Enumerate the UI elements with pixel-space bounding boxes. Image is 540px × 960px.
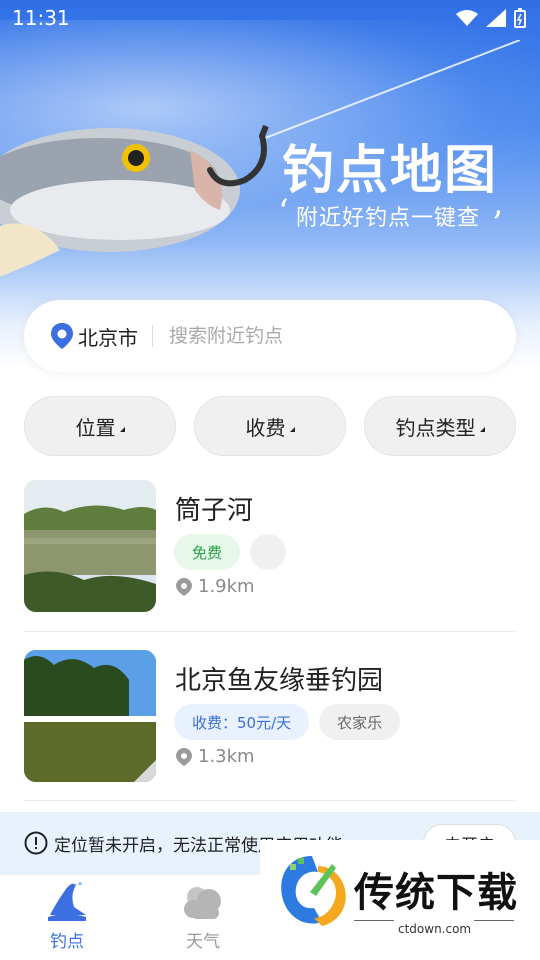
tag-empty xyxy=(250,534,287,570)
spot-photo xyxy=(24,650,156,782)
filter-spot-type[interactable]: 钓点类型 xyxy=(364,396,516,456)
spot-item[interactable]: 筒子河 免费 1.9km xyxy=(24,480,516,612)
caret-icon xyxy=(289,426,295,432)
spot-distance-value: 1.3km xyxy=(198,746,255,767)
distance-pin-icon xyxy=(176,747,192,766)
spot-item[interactable]: 北京鱼友缘垂钓园 收费：50元/天 农家乐 1.3km xyxy=(24,650,516,782)
spot-name: 北京鱼友缘垂钓园 xyxy=(175,666,384,696)
watermark-url: ctdown.com xyxy=(398,922,472,936)
search-bar: 北京市 xyxy=(24,300,516,372)
filter-fee[interactable]: 收费 xyxy=(194,396,346,456)
tag-free: 免费 xyxy=(174,534,241,570)
weather-cloud-icon xyxy=(184,887,221,919)
spot-photo xyxy=(24,480,156,612)
watermark-brand: 传统下载 xyxy=(354,870,518,916)
distance-pin-icon xyxy=(176,577,192,596)
watermark-rule-left xyxy=(354,920,394,921)
filter-location-label: 位置 xyxy=(75,415,116,440)
spot-tags: 免费 xyxy=(174,534,287,570)
tab-fishing-spots[interactable]: 钓点 xyxy=(22,881,112,957)
tab-label: 天气 xyxy=(186,932,220,952)
filter-bar: 位置 收费 钓点类型 xyxy=(24,396,516,456)
status-time: 11:31 xyxy=(12,6,70,30)
spot-distance-value: 1.9km xyxy=(198,576,255,597)
caret-icon xyxy=(479,426,485,432)
spot-tags: 收费：50元/天 农家乐 xyxy=(174,704,401,740)
quote-close: ’ xyxy=(492,204,503,244)
spot-distance: 1.3km xyxy=(176,746,255,767)
fishing-spot-icon xyxy=(48,881,86,921)
watermark: 传统下载 ctdown.com xyxy=(260,840,540,944)
quote-open: ‘ xyxy=(278,192,289,232)
spot-distance: 1.9km xyxy=(176,576,255,597)
tag-spot-type: 农家乐 xyxy=(319,704,401,740)
search-separator xyxy=(152,325,153,347)
filter-location[interactable]: 位置 xyxy=(24,396,176,456)
city-selector[interactable]: 北京市 xyxy=(78,322,138,351)
hero-title: 钓点地图 xyxy=(282,141,499,201)
watermark-rule-right xyxy=(474,920,514,921)
filter-fee-label: 收费 xyxy=(245,415,286,440)
warning-icon xyxy=(24,831,48,855)
filter-spot-type-label: 钓点类型 xyxy=(395,415,476,440)
status-bar: 11:31 xyxy=(0,0,540,36)
wifi-icon xyxy=(456,10,478,26)
hero-subtitle: 附近好钓点一键查 xyxy=(296,206,481,231)
search-input[interactable] xyxy=(169,325,469,347)
caret-icon xyxy=(119,426,125,432)
tab-weather[interactable]: 天气 xyxy=(158,881,248,957)
location-pin-icon[interactable] xyxy=(50,323,74,349)
signal-icon xyxy=(486,9,506,27)
tag-fee: 收费：50元/天 xyxy=(174,704,310,740)
tab-label: 钓点 xyxy=(50,932,84,952)
spot-name: 筒子河 xyxy=(175,496,254,526)
battery-icon xyxy=(514,8,526,28)
watermark-logo xyxy=(281,856,346,926)
list-divider xyxy=(24,800,516,801)
list-divider xyxy=(24,631,516,632)
